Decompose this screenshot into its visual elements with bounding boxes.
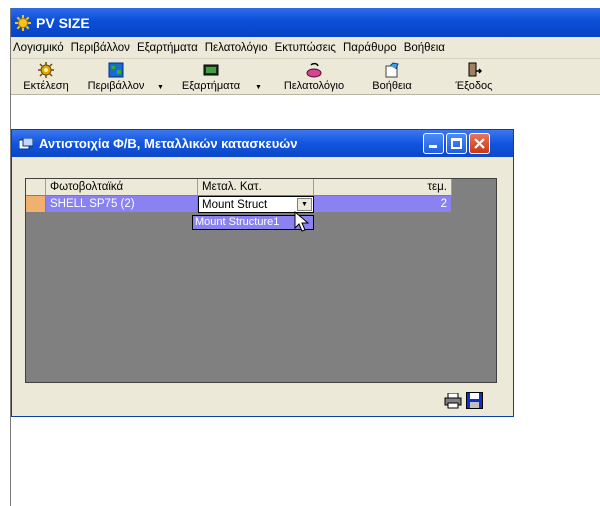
maximize-button[interactable]	[446, 133, 467, 154]
app-window: PV SIZE Λογισμικό Περιβάλλον Εξαρτήματα …	[10, 8, 600, 506]
row-selector-header	[26, 179, 46, 196]
print-icon[interactable]	[444, 392, 462, 409]
save-icon[interactable]	[466, 392, 483, 409]
cell-qty[interactable]: 2	[314, 196, 452, 213]
run-button[interactable]: Εκτέλεση	[15, 62, 77, 92]
child-window: Αντιστοιχία Φ/Β, Μεταλλικών κατασκευών Φ…	[11, 129, 514, 417]
minimize-icon	[429, 145, 437, 148]
environment-label: Περιβάλλον	[87, 80, 145, 92]
chevron-down-icon[interactable]: ▼	[297, 198, 312, 211]
child-footer	[12, 385, 513, 416]
child-titlebar[interactable]: Αντιστοιχία Φ/Β, Μεταλλικών κατασκευών	[12, 130, 513, 157]
close-button[interactable]	[469, 133, 490, 154]
environment-button[interactable]: Περιβάλλον	[79, 62, 153, 92]
clients-label: Πελατολόγιο	[283, 80, 345, 92]
components-label: Εξαρτήματα	[181, 80, 241, 92]
menu-components[interactable]: Εξαρτήματα	[135, 42, 203, 54]
run-icon	[38, 62, 54, 78]
app-titlebar: PV SIZE	[11, 8, 600, 37]
menu-window[interactable]: Παράθυρο	[341, 42, 402, 54]
grid-header: Φωτοβολταϊκά Μεταλ. Κατ. τεμ.	[26, 179, 452, 196]
minimize-button[interactable]	[423, 133, 444, 154]
exit-label: Έξοδος	[455, 80, 493, 92]
chip-icon	[203, 62, 219, 78]
help-icon	[384, 62, 400, 78]
clients-button[interactable]: Πελατολόγιο	[273, 62, 355, 92]
exit-icon	[466, 62, 483, 78]
column-header-pv[interactable]: Φωτοβολταϊκά	[46, 179, 198, 196]
menu-prints[interactable]: Εκτυπώσεις	[273, 42, 341, 54]
app-title: PV SIZE	[36, 14, 90, 31]
cell-pv[interactable]: SHELL SP75 (2)	[46, 196, 198, 213]
help-label: Βοήθεια	[372, 80, 412, 92]
mount-combo-value: Mount Struct	[202, 199, 268, 211]
column-header-mount[interactable]: Μεταλ. Κατ.	[198, 179, 314, 196]
sun-icon	[15, 14, 31, 31]
close-icon	[474, 138, 485, 149]
client-icon	[306, 62, 322, 78]
components-dropdown-arrow[interactable]: ▼	[255, 84, 262, 91]
menu-software[interactable]: Λογισμικό	[11, 42, 69, 54]
exit-button[interactable]: Έξοδος	[449, 62, 499, 92]
data-grid[interactable]: Φωτοβολταϊκά Μεταλ. Κατ. τεμ. SHELL SP75…	[25, 178, 497, 383]
menu-environment[interactable]: Περιβάλλον	[69, 42, 135, 54]
column-header-qty[interactable]: τεμ.	[314, 179, 452, 196]
run-label: Εκτέλεση	[23, 80, 69, 92]
menu-clients[interactable]: Πελατολόγιο	[203, 42, 273, 54]
child-title: Αντιστοιχία Φ/Β, Μεταλλικών κατασκευών	[39, 136, 298, 151]
table-row[interactable]: SHELL SP75 (2) Mount Struct ▼ 2	[26, 196, 452, 213]
components-button[interactable]: Εξαρτήματα	[169, 62, 253, 92]
row-selector[interactable]	[26, 196, 46, 213]
window-icon	[18, 137, 34, 150]
globe-icon	[108, 62, 124, 78]
environment-dropdown-arrow[interactable]: ▼	[157, 84, 164, 91]
help-button[interactable]: Βοήθεια	[363, 62, 421, 92]
toolbar: Εκτέλεση Περιβάλλον ▼ Εξαρτήματα ▼ Πελατ…	[11, 59, 600, 95]
mouse-cursor-icon	[294, 210, 312, 233]
maximize-icon	[451, 138, 462, 149]
menu-help[interactable]: Βοήθεια	[402, 42, 450, 54]
menubar: Λογισμικό Περιβάλλον Εξαρτήματα Πελατολό…	[11, 37, 600, 59]
